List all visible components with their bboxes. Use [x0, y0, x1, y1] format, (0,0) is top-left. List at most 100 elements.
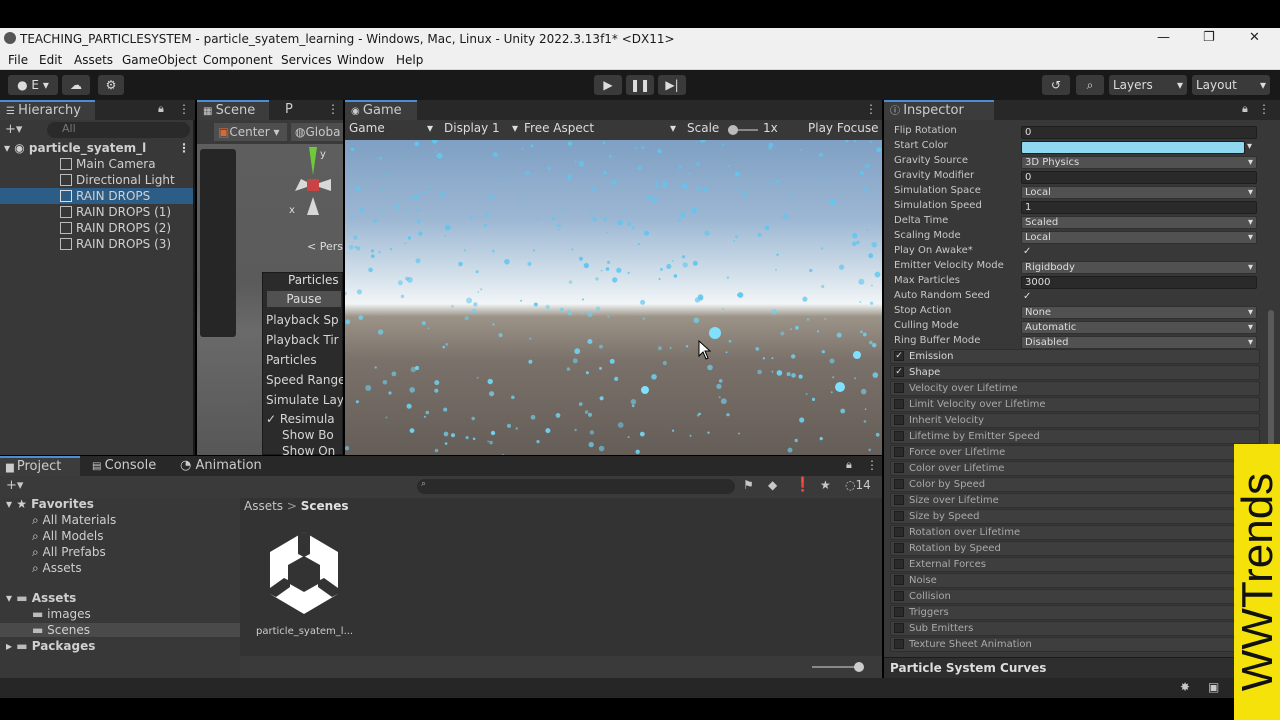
- module-header[interactable]: Inherit Velocity: [890, 413, 1260, 428]
- more-menu-icon[interactable]: ⋮: [865, 102, 877, 116]
- favorite-item[interactable]: ⌕ All Prefabs: [32, 545, 106, 560]
- search-icon[interactable]: ⌕: [1076, 75, 1104, 95]
- folder-item[interactable]: ▬ images: [32, 607, 91, 621]
- tab-inspector[interactable]: ⓘ Inspector: [884, 100, 994, 120]
- module-enable-checkbox[interactable]: [894, 607, 904, 617]
- favorites-header[interactable]: ▾ ★ Favorites: [6, 497, 94, 511]
- collab-icon[interactable]: ⚙: [98, 75, 124, 95]
- module-enable-checkbox[interactable]: [894, 447, 904, 457]
- module-enable-checkbox[interactable]: [894, 399, 904, 409]
- module-enable-checkbox[interactable]: [894, 511, 904, 521]
- unity-scene-asset-icon[interactable]: [266, 530, 342, 618]
- module-header[interactable]: ✓ Emission: [890, 349, 1260, 364]
- module-enable-checkbox[interactable]: [894, 623, 904, 633]
- more-menu-icon[interactable]: ⋮: [178, 102, 190, 116]
- resimulate-toggle[interactable]: ✓ Resimula: [266, 412, 335, 426]
- scene-menu-icon[interactable]: ⋮: [178, 140, 190, 156]
- inspector-dropdown[interactable]: None: [1021, 306, 1257, 319]
- inspector-input[interactable]: 0: [1021, 126, 1257, 139]
- module-header[interactable]: Rotation by Speed: [890, 541, 1260, 556]
- scale-slider[interactable]: [728, 125, 758, 135]
- module-enable-checkbox[interactable]: [894, 431, 904, 441]
- module-enable-checkbox[interactable]: ✓: [894, 367, 904, 377]
- module-header[interactable]: Texture Sheet Animation: [890, 637, 1260, 652]
- pause-button[interactable]: ❚❚: [626, 75, 654, 95]
- inspector-input[interactable]: 1: [1021, 201, 1257, 214]
- module-header[interactable]: Collision: [890, 589, 1260, 604]
- assets-folder[interactable]: ▾ ▬ Assets: [6, 591, 76, 605]
- inspector-dropdown[interactable]: Local: [1021, 186, 1257, 199]
- module-enable-checkbox[interactable]: [894, 591, 904, 601]
- hierarchy-item[interactable]: RAIN DROPS (2): [60, 220, 171, 236]
- global-dropdown[interactable]: ◍Globa: [291, 123, 343, 141]
- folder-item-selected[interactable]: ▬ Scenes: [0, 623, 240, 637]
- play-focused-dropdown[interactable]: Play Focuse: [808, 121, 879, 135]
- account-button[interactable]: ● E ▾: [8, 75, 58, 95]
- asset-name[interactable]: particle_syatem_l...: [256, 626, 353, 637]
- module-header[interactable]: ✓ Shape: [890, 365, 1260, 380]
- add-button[interactable]: +▾: [5, 122, 22, 137]
- menu-assets[interactable]: Assets: [74, 53, 113, 67]
- hierarchy-item[interactable]: RAIN DROPS (3): [60, 236, 171, 252]
- inspector-dropdown[interactable]: Automatic: [1021, 321, 1257, 334]
- module-enable-checkbox[interactable]: [894, 479, 904, 489]
- minimize-icon[interactable]: —: [1157, 30, 1170, 45]
- more-menu-icon[interactable]: ⋮: [327, 102, 339, 116]
- aspect-dropdown[interactable]: Free Aspect ▾: [524, 121, 676, 135]
- more-menu-icon[interactable]: ⋮: [1258, 102, 1270, 116]
- hidden-packages-toggle[interactable]: ◌14: [845, 478, 871, 492]
- hierarchy-item[interactable]: Directional Light: [60, 172, 175, 188]
- history-icon[interactable]: ↺: [1042, 75, 1070, 95]
- menu-component[interactable]: Component: [203, 53, 273, 67]
- cloud-icon[interactable]: ☁: [62, 75, 90, 95]
- show-bounds-toggle[interactable]: Show Bo: [282, 428, 334, 442]
- lock-icon[interactable]: 🔒︎: [1242, 102, 1248, 116]
- lock-icon[interactable]: 🔒︎: [846, 458, 852, 472]
- module-header[interactable]: Noise: [890, 573, 1260, 588]
- module-enable-checkbox[interactable]: [894, 527, 904, 537]
- module-header[interactable]: Color by Speed: [890, 477, 1260, 492]
- module-header[interactable]: Force over Lifetime: [890, 445, 1260, 460]
- module-header[interactable]: Rotation over Lifetime: [890, 525, 1260, 540]
- module-enable-checkbox[interactable]: ✓: [894, 351, 904, 361]
- module-header[interactable]: Lifetime by Emitter Speed: [890, 429, 1260, 444]
- inspector-dropdown[interactable]: Rigidbody: [1021, 261, 1257, 274]
- layers-dropdown[interactable]: Layers ▾: [1109, 75, 1187, 95]
- icon-size-slider-handle[interactable]: [854, 662, 864, 672]
- lock-icon[interactable]: 🔒︎: [158, 102, 164, 116]
- project-search-input[interactable]: ⌕: [417, 479, 735, 494]
- scale-slider-handle[interactable]: [728, 125, 738, 135]
- menu-services[interactable]: Services: [281, 53, 332, 67]
- module-header[interactable]: External Forces: [890, 557, 1260, 572]
- packages-folder[interactable]: ▸ ▬ Packages: [6, 639, 95, 653]
- tab-console[interactable]: ▤ Console: [86, 456, 172, 476]
- tab-animation[interactable]: ◔ Animation: [174, 456, 264, 476]
- module-enable-checkbox[interactable]: [894, 543, 904, 553]
- module-header[interactable]: Size by Speed: [890, 509, 1260, 524]
- network-icon[interactable]: ▣: [1208, 680, 1219, 694]
- tab-particle-effect[interactable]: P: [279, 100, 319, 120]
- inspector-checkbox[interactable]: ✓: [1023, 246, 1034, 257]
- game-mode-dropdown[interactable]: Game ▾: [349, 121, 433, 135]
- menu-window[interactable]: Window: [337, 53, 384, 67]
- step-button[interactable]: ▶|: [658, 75, 686, 95]
- tab-game[interactable]: ◉ Game: [345, 100, 417, 120]
- hierarchy-item[interactable]: Main Camera: [60, 156, 156, 172]
- module-header[interactable]: Velocity over Lifetime: [890, 381, 1260, 396]
- module-enable-checkbox[interactable]: [894, 415, 904, 425]
- hierarchy-item-selected[interactable]: RAIN DROPS: [0, 188, 193, 204]
- scene-root-item[interactable]: ▾ ◉ particle_syatem_l ⋮: [4, 140, 194, 156]
- tab-project[interactable]: ▆ Project: [0, 456, 80, 476]
- close-icon[interactable]: ✕: [1249, 30, 1260, 45]
- menu-gameobject[interactable]: GameObject: [122, 53, 197, 67]
- scene-gizmo[interactable]: y x: [287, 145, 343, 225]
- inspector-dropdown[interactable]: Disabled: [1021, 336, 1257, 349]
- module-enable-checkbox[interactable]: [894, 559, 904, 569]
- hierarchy-search-input[interactable]: All: [47, 122, 190, 138]
- inspector-checkbox[interactable]: ✓: [1023, 291, 1034, 302]
- module-enable-checkbox[interactable]: [894, 639, 904, 649]
- breadcrumb-leaf[interactable]: Scenes: [301, 499, 349, 513]
- pause-button[interactable]: Pause: [267, 291, 341, 307]
- create-button[interactable]: +▾: [6, 478, 23, 493]
- show-only-selected-toggle[interactable]: Show On: [282, 444, 335, 455]
